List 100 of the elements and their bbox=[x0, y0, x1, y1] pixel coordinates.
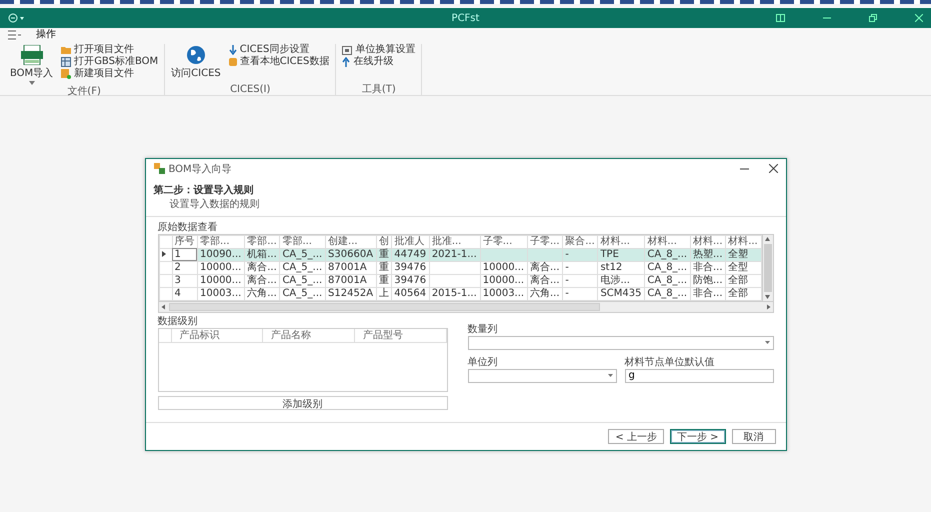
table-cell: 重 bbox=[376, 261, 392, 274]
table-cell: 1 bbox=[172, 248, 198, 261]
table-cell bbox=[480, 248, 528, 261]
caret-icon bbox=[764, 341, 770, 344]
group-label: 文件(F) bbox=[66, 86, 102, 97]
table-cell: 40564 bbox=[392, 287, 430, 300]
table-row[interactable]: 1 10090... 机箱... CA_5_... S30660A 重 44749 2021-1... - TPE CA_8_... 热塑... 全塑 bbox=[159, 248, 761, 261]
vertical-scrollbar[interactable] bbox=[762, 234, 772, 300]
table-cell: 10003... bbox=[197, 287, 245, 300]
up-arrow-icon bbox=[342, 57, 350, 67]
table-cell: TPE bbox=[598, 248, 645, 261]
column-header[interactable]: 零部... bbox=[280, 235, 326, 248]
column-header[interactable]: 材料... bbox=[690, 235, 726, 248]
column-header[interactable]: 子零... bbox=[528, 235, 563, 248]
column-header[interactable]: 创建... bbox=[326, 235, 377, 248]
column-header[interactable]: 聚合... bbox=[562, 235, 598, 248]
column-header[interactable]: 材料... bbox=[726, 235, 761, 248]
column-header[interactable]: 批准人 bbox=[392, 235, 430, 248]
table-row[interactable]: 2 10000... 离合... CA_5_... 87001A 重 39476 10000... 离合... - st12 CA_8_... 非合... 全型 bbox=[159, 261, 761, 274]
table-cell: st12 bbox=[598, 261, 645, 274]
ribbon-button[interactable]: 查看本地CICES数据 bbox=[226, 56, 332, 68]
close-icon[interactable] bbox=[768, 164, 778, 173]
field-label: 材料节点单位默认值 bbox=[624, 356, 716, 368]
dialog-title: BOM导入向导 bbox=[168, 162, 233, 176]
dialog-button[interactable]: 取消 bbox=[732, 428, 776, 444]
table-cell: 离合... bbox=[244, 274, 280, 287]
table-cell: 全塑 bbox=[726, 248, 761, 261]
column-header[interactable]: 子零... bbox=[480, 235, 528, 248]
window-title: PCFst bbox=[452, 12, 480, 24]
ribbon-button[interactable]: 新建项目文件 bbox=[59, 68, 160, 80]
table-cell: CA_8_... bbox=[644, 261, 690, 274]
table-cell: 机箱... bbox=[244, 248, 280, 261]
table-cell: 10000... bbox=[480, 274, 528, 287]
app-icon bbox=[154, 163, 164, 174]
down-arrow-icon bbox=[228, 45, 237, 55]
table-cell: - bbox=[562, 287, 598, 300]
new-file-icon bbox=[61, 69, 72, 79]
table-cell: 2 bbox=[172, 261, 198, 274]
restore-icon[interactable] bbox=[869, 14, 877, 22]
group-label: 工具(T) bbox=[360, 84, 397, 95]
ribbon-button[interactable]: BOM导入 bbox=[8, 44, 56, 86]
group-label: CICES(I) bbox=[229, 84, 272, 95]
dialog-button[interactable]: 下一步 > bbox=[670, 428, 726, 444]
table-row[interactable]: 3 10000... 离合... CA_5_... 87001A 重 39476 10000... 离合... - 电涉... CA_8_... 防饱... 全部 bbox=[159, 274, 761, 287]
table-cell: 2015-1... bbox=[429, 287, 480, 300]
ribbon-button[interactable]: 访问CICES bbox=[169, 44, 223, 81]
table-cell: CA_8_... bbox=[644, 248, 690, 261]
table-cell: 39476 bbox=[392, 261, 430, 274]
input-field[interactable]: g bbox=[624, 368, 774, 382]
table-cell: 非合... bbox=[690, 261, 726, 274]
ribbon-button[interactable]: 打开项目文件 bbox=[59, 44, 160, 56]
table-cell: - bbox=[562, 248, 598, 261]
column-header[interactable]: 产品标识 bbox=[172, 328, 264, 342]
table-cell: 全型 bbox=[726, 261, 761, 274]
table-cell bbox=[429, 261, 480, 274]
row-pointer-icon bbox=[162, 250, 166, 256]
column-header[interactable]: 材料... bbox=[644, 235, 690, 248]
column-header[interactable]: 创 bbox=[376, 235, 392, 248]
table-cell: 上 bbox=[376, 287, 392, 300]
table-cell: 3 bbox=[172, 274, 198, 287]
table-cell: 离合... bbox=[528, 274, 563, 287]
table-row[interactable]: 4 10003... 六角... CA_5_... S12452A 上 40564 2015-1... 10003... 六角... - SCM435 CA_8_... 非合... 全部 bbox=[159, 287, 761, 300]
field-label: 单位列 bbox=[468, 356, 498, 368]
table-cell: S12452A bbox=[326, 287, 377, 300]
table-cell bbox=[528, 248, 563, 261]
table-cell: 44749 bbox=[392, 248, 430, 261]
dialog-button[interactable]: < 上一步 bbox=[608, 428, 664, 444]
window-icon bbox=[342, 46, 352, 54]
table-cell: CA_5_... bbox=[280, 274, 326, 287]
table-cell: CA_5_... bbox=[280, 261, 326, 274]
column-header[interactable]: 产品型号 bbox=[354, 328, 447, 342]
table-cell: 重 bbox=[376, 274, 392, 287]
column-header[interactable]: 材料... bbox=[598, 235, 645, 248]
table-cell: 六角... bbox=[528, 287, 563, 300]
column-header[interactable]: 产品名称 bbox=[263, 328, 355, 342]
column-header[interactable]: 零部... bbox=[197, 235, 245, 248]
add-level-button[interactable]: 添加级别 bbox=[158, 396, 448, 410]
menu-icon[interactable] bbox=[8, 30, 22, 40]
table-cell: 全部 bbox=[726, 287, 761, 300]
section-label: 原始数据查看 bbox=[158, 220, 218, 234]
app-menu-icon[interactable] bbox=[8, 13, 26, 23]
horizontal-scrollbar[interactable] bbox=[158, 300, 772, 312]
table-cell: - bbox=[562, 261, 598, 274]
ribbon-button[interactable]: 在线升级 bbox=[340, 56, 418, 68]
table-cell: 10000... bbox=[197, 261, 245, 274]
table-cell: 离合... bbox=[244, 261, 280, 274]
field-label: 数量列 bbox=[468, 322, 498, 336]
table-cell: CA_8_... bbox=[644, 274, 690, 287]
table-cell: CA_8_... bbox=[644, 287, 690, 300]
table-cell: SCM435 bbox=[598, 287, 645, 300]
section-label: 数据级别 bbox=[158, 314, 198, 328]
column-header[interactable]: 零部... bbox=[244, 235, 280, 248]
table-cell: CA_5_... bbox=[280, 287, 326, 300]
ribbon-button[interactable]: CICES同步设置 bbox=[226, 44, 332, 56]
ribbon-button[interactable]: 单位换算设置 bbox=[340, 44, 418, 56]
table-icon bbox=[61, 57, 72, 67]
layout-icon[interactable] bbox=[776, 14, 785, 22]
ribbon-button[interactable]: 打开GBS标准BOM bbox=[59, 56, 160, 68]
column-header[interactable]: 批准... bbox=[429, 235, 480, 248]
table-cell: 87001A bbox=[326, 261, 377, 274]
